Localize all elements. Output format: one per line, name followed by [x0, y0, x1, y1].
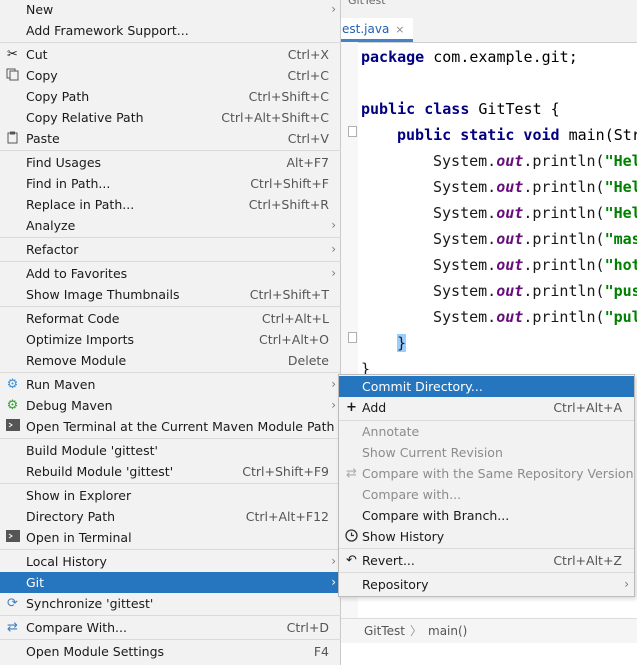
chevron-right-icon: ›: [331, 575, 336, 589]
menu-item-remove-module[interactable]: Remove Module Delete: [0, 350, 341, 371]
git-item-repository[interactable]: Repository ›: [339, 574, 634, 595]
menu-item-open-in-terminal[interactable]: Open in Terminal: [0, 527, 341, 548]
menu-separator: [0, 150, 341, 151]
menu-item-open-module-settings[interactable]: Open Module Settings F4: [0, 641, 341, 662]
revert-icon: ↶: [346, 553, 357, 568]
menu-item-show-in-explorer[interactable]: Show in Explorer: [0, 485, 341, 506]
menu-item-reformat-code[interactable]: Reformat Code Ctrl+Alt+L: [0, 308, 341, 329]
menu-item-analyze[interactable]: Analyze ›: [0, 215, 341, 236]
editor-tab-bar: GitTest est.java ×: [340, 0, 637, 43]
chevron-right-icon: ›: [331, 266, 336, 280]
git-item-compare-with[interactable]: Compare with...: [339, 484, 634, 505]
git-item-compare-same-repo[interactable]: ⇄ Compare with the Same Repository Versio…: [339, 463, 634, 484]
menu-item-directory-path[interactable]: Directory Path Ctrl+Alt+F12: [0, 506, 341, 527]
menu-item-run-maven[interactable]: ⚙ Run Maven ›: [0, 374, 341, 395]
menu-separator: [0, 237, 341, 238]
menu-item-add-to-favorites[interactable]: Add to Favorites ›: [0, 263, 341, 284]
menu-separator: [339, 572, 634, 573]
menu-item-copy-relative-path[interactable]: Copy Relative Path Ctrl+Alt+Shift+C: [0, 107, 341, 128]
code-line-println: System.out.println("mas: [433, 230, 637, 248]
compare-arrows-icon: ⇄: [346, 466, 357, 481]
menu-item-debug-maven[interactable]: ⚙ Debug Maven ›: [0, 395, 341, 416]
git-item-show-current-revision[interactable]: Show Current Revision: [339, 442, 634, 463]
compare-arrows-icon: ⇄: [7, 620, 18, 635]
chevron-right-icon: ›: [331, 377, 336, 391]
copy-icon: [5, 68, 20, 83]
close-icon[interactable]: ×: [395, 23, 404, 36]
maven-debug-gear-icon: ⚙: [6, 398, 19, 413]
menu-separator: [0, 639, 341, 640]
menu-item-build-module[interactable]: Build Module 'gittest': [0, 440, 341, 461]
fold-icon[interactable]: [348, 332, 357, 343]
tab-gittest-java[interactable]: est.java ×: [340, 18, 413, 42]
git-item-revert[interactable]: ↶ Revert... Ctrl+Alt+Z: [339, 550, 634, 571]
menu-item-synchronize[interactable]: ⟳ Synchronize 'gittest': [0, 593, 341, 614]
menu-separator: [0, 549, 341, 550]
code-line-println: System.out.println("Hel: [433, 204, 637, 222]
code-line-println: System.out.println("pul: [433, 308, 637, 326]
menu-separator: [0, 42, 341, 43]
menu-item-local-history[interactable]: Local History ›: [0, 551, 341, 572]
menu-item-copy[interactable]: Copy Ctrl+C: [0, 65, 341, 86]
git-submenu: Commit Directory... + Add Ctrl+Alt+A Annot…: [338, 374, 635, 597]
clock-icon: [344, 529, 359, 544]
git-item-show-history[interactable]: Show History: [339, 526, 634, 547]
git-item-compare-with-branch[interactable]: Compare with Branch...: [339, 505, 634, 526]
menu-item-git[interactable]: Git ›: [0, 572, 341, 593]
tab-gittest[interactable]: GitTest: [348, 0, 386, 8]
plus-icon: +: [346, 400, 357, 415]
chevron-right-icon: ›: [331, 242, 336, 256]
breadcrumb-method[interactable]: main(): [428, 619, 467, 643]
breadcrumb-separator: 〉: [410, 624, 423, 638]
breadcrumb-class[interactable]: GitTest: [364, 619, 405, 643]
chevron-right-icon: ›: [331, 398, 336, 412]
menu-item-find-usages[interactable]: Find Usages Alt+F7: [0, 152, 341, 173]
chevron-right-icon: ›: [331, 554, 336, 568]
menu-separator: [0, 261, 341, 262]
terminal-icon: [5, 419, 20, 434]
menu-item-rebuild-module[interactable]: Rebuild Module 'gittest' Ctrl+Shift+F9: [0, 461, 341, 482]
code-line-brace: }: [397, 334, 407, 352]
code-line-println: System.out.println("Hel: [433, 178, 637, 196]
context-menu: New › Add Framework Support... ✂ Cut Ctrl+X…: [0, 0, 341, 665]
menu-item-new[interactable]: New ›: [0, 0, 341, 20]
fold-icon[interactable]: [348, 126, 357, 137]
menu-item-paste[interactable]: Paste Ctrl+V: [0, 128, 341, 149]
menu-item-find-in-path[interactable]: Find in Path... Ctrl+Shift+F: [0, 173, 341, 194]
menu-item-optimize-imports[interactable]: Optimize Imports Ctrl+Alt+O: [0, 329, 341, 350]
chevron-right-icon: ›: [331, 2, 336, 16]
menu-separator: [339, 548, 634, 549]
menu-separator: [0, 438, 341, 439]
code-line-println: System.out.println("pus: [433, 282, 637, 300]
git-item-commit-directory[interactable]: Commit Directory...: [339, 376, 634, 397]
menu-item-add-framework[interactable]: Add Framework Support...: [0, 20, 341, 41]
code-line-main: public static void main(Str: [397, 126, 637, 144]
menu-separator: [0, 306, 341, 307]
menu-separator: [0, 483, 341, 484]
chevron-right-icon: ›: [331, 218, 336, 232]
tab-label: est.java: [342, 22, 390, 36]
code-line-package: package com.example.git;: [361, 48, 578, 66]
code-line-class: public class GitTest {: [361, 100, 560, 118]
git-item-annotate[interactable]: Annotate: [339, 421, 634, 442]
maven-run-gear-icon: ⚙: [6, 377, 19, 392]
menu-separator: [0, 615, 341, 616]
code-line-println: System.out.println("Hel: [433, 152, 637, 170]
menu-separator: [0, 372, 341, 373]
menu-item-refactor[interactable]: Refactor ›: [0, 239, 341, 260]
menu-item-compare-with[interactable]: ⇄ Compare With... Ctrl+D: [0, 617, 341, 638]
scissors-icon: ✂: [7, 47, 18, 62]
paste-icon: [5, 131, 20, 146]
terminal-icon: [5, 530, 20, 545]
breadcrumb: GitTest 〉 main(): [340, 618, 637, 643]
git-item-add[interactable]: + Add Ctrl+Alt+A: [339, 397, 634, 418]
sync-icon: ⟳: [7, 596, 18, 611]
menu-item-copy-path[interactable]: Copy Path Ctrl+Shift+C: [0, 86, 341, 107]
code-line-println: System.out.println("hot: [433, 256, 637, 274]
menu-item-open-terminal-maven[interactable]: Open Terminal at the Current Maven Modul…: [0, 416, 341, 437]
menu-item-show-thumbnails[interactable]: Show Image Thumbnails Ctrl+Shift+T: [0, 284, 341, 305]
chevron-right-icon: ›: [624, 577, 629, 591]
menu-item-replace-in-path[interactable]: Replace in Path... Ctrl+Shift+R: [0, 194, 341, 215]
menu-item-cut[interactable]: ✂ Cut Ctrl+X: [0, 44, 341, 65]
